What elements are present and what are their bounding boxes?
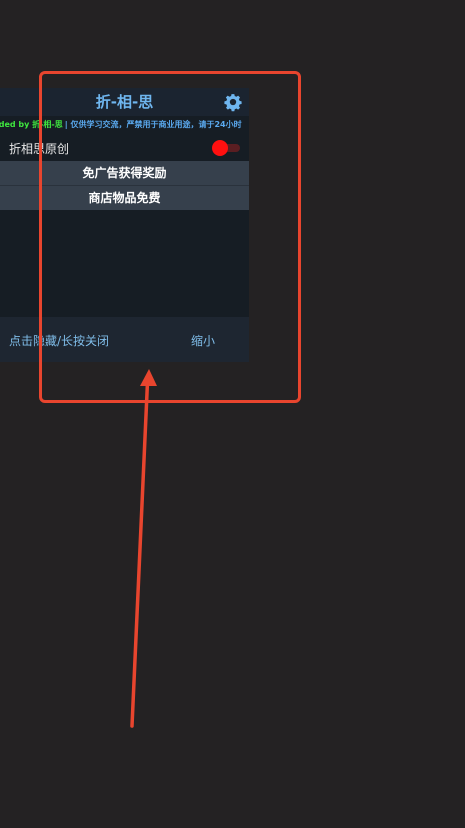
shrink-button[interactable]: 缩小 [191, 332, 215, 349]
menu-footer: 点击隐藏/长按关闭 缩小 [0, 317, 249, 362]
toggle-label: 折相思原创 [9, 142, 70, 156]
mod-menu-panel: 折-相-思 dded by 折-相-思| 仅供学习交流，严禁用于商业用途，请于2… [0, 88, 249, 362]
free-shop-items-button[interactable]: 商店物品免费 [0, 186, 249, 210]
toggle-switch[interactable] [212, 140, 240, 156]
menu-title: 折-相-思 [95, 93, 154, 111]
menu-header[interactable]: 折-相-思 [0, 88, 249, 116]
gear-icon[interactable] [223, 92, 243, 112]
hide-close-button[interactable]: 点击隐藏/长按关闭 [9, 332, 109, 349]
toggle-row-original[interactable]: 折相思原创 [0, 136, 249, 160]
no-ads-reward-button[interactable]: 免广告获得奖励 [0, 161, 249, 185]
toggle-knob [212, 140, 228, 156]
credit-notice: | 仅供学习交流，严禁用于商业用途，请于24小时 [64, 120, 242, 129]
credit-marquee: dded by 折-相-思| 仅供学习交流，严禁用于商业用途，请于24小时 [0, 117, 249, 133]
screen: 折-相-思 dded by 折-相-思| 仅供学习交流，严禁用于商业用途，请于2… [0, 0, 465, 828]
credit-author: dded by 折-相-思 [0, 120, 63, 129]
